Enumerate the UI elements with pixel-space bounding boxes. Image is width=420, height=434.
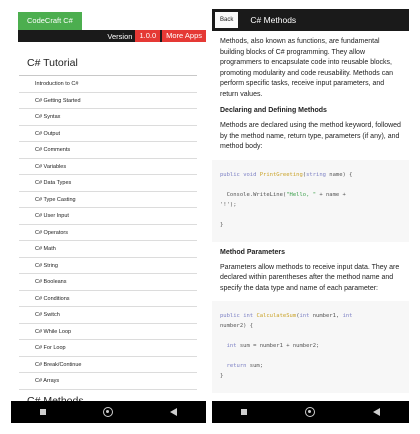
menu-item-string[interactable]: C# String — [19, 258, 197, 274]
menu-item-variables[interactable]: C# Variables — [19, 159, 197, 175]
section-heading-parameters: Method Parameters — [220, 248, 285, 256]
menu-item-type-casting[interactable]: C# Type Casting — [19, 192, 197, 208]
code-line: '!'); — [220, 200, 401, 210]
home-circle-icon[interactable] — [102, 407, 113, 417]
code-block-print-greeting: public void PrintGreeting(string name) {… — [212, 159, 409, 242]
home-circle-icon[interactable] — [305, 407, 315, 417]
code-keyword: void — [243, 171, 257, 178]
code-keyword: return — [220, 363, 247, 369]
recents-square-icon[interactable] — [241, 409, 247, 415]
code-text: } — [220, 373, 224, 379]
article-top-bar: Back C# Methods — [212, 9, 409, 31]
menu-heading: C# Tutorial — [19, 47, 197, 76]
code-text: number1, — [309, 313, 343, 319]
menu-item-arrays[interactable]: C# Arrays — [19, 373, 197, 390]
code-line: int sum = number1 + number2; — [220, 341, 401, 351]
menu-item-math[interactable]: C# Math — [19, 241, 197, 258]
app-title-button[interactable]: CodeCraft C# — [18, 12, 82, 30]
code-line: public int CalculateSum(int number1, int — [220, 311, 401, 321]
code-keyword: int — [342, 313, 353, 319]
app-bar: CodeCraft C# — [11, 9, 206, 30]
version-bar: Version 1.0.0 More Apps — [18, 30, 206, 42]
tutorial-menu: C# Tutorial Introduction to C# C# Gettin… — [19, 47, 197, 401]
menu-list: Introduction to C# C# Getting Started C#… — [19, 76, 197, 390]
android-nav-bar — [11, 401, 206, 423]
menu-screen: CodeCraft C# Version 1.0.0 More Apps C# … — [11, 9, 206, 423]
code-line: Console.WriteLine("Hello, " + name + — [220, 190, 401, 200]
more-apps-button[interactable]: More Apps — [162, 30, 206, 42]
code-text: number2) { — [220, 323, 254, 329]
menu-item-switch[interactable]: C# Switch — [19, 307, 197, 324]
parameters-paragraph: Parameters allow methods to receive inpu… — [220, 263, 400, 292]
back-triangle-icon[interactable] — [373, 408, 380, 416]
menu-item-conditions[interactable]: C# Conditions — [19, 291, 197, 307]
code-keyword: string — [306, 171, 326, 178]
article-screen: Back C# Methods Methods, also known as f… — [212, 9, 409, 423]
code-line: } — [220, 220, 401, 230]
code-block-calculate-sum: public int CalculateSum(int number1, int… — [212, 301, 409, 393]
code-line: return sum; — [220, 361, 401, 371]
screenshot-frame: CodeCraft C# Version 1.0.0 More Apps C# … — [0, 0, 420, 434]
code-line: number2) { — [220, 321, 401, 331]
code-text: } — [220, 221, 224, 228]
code-line: } — [220, 371, 401, 381]
code-function-name: CalculateSum — [256, 313, 297, 319]
code-text: '!'); — [220, 201, 237, 208]
code-text: Console.WriteLine( — [220, 191, 287, 198]
code-string: "Hello, " — [286, 191, 317, 198]
menu-item-getting-started[interactable]: C# Getting Started — [19, 93, 197, 109]
code-keyword: int — [243, 313, 254, 319]
code-keyword: public — [220, 171, 240, 178]
menu-item-syntax[interactable]: C# Syntax — [19, 109, 197, 126]
intro-paragraph: Methods, also known as functions, are fu… — [220, 38, 394, 98]
menu-item-for-loop[interactable]: C# For Loop — [19, 340, 197, 357]
back-triangle-icon[interactable] — [170, 408, 178, 416]
menu-item-break-continue[interactable]: C# Break/Continue — [19, 357, 197, 373]
code-text: + name + — [316, 191, 346, 198]
code-keyword: public — [220, 313, 240, 319]
code-text: sum = number1 + number2; — [236, 343, 320, 349]
recents-square-icon[interactable] — [39, 409, 46, 415]
code-line: public void PrintGreeting(string name) { — [220, 170, 401, 180]
code-keyword: int — [299, 313, 310, 319]
menu-item-operators[interactable]: C# Operators — [19, 225, 197, 241]
menu-item-introduction[interactable]: Introduction to C# — [19, 76, 197, 93]
menu-item-user-input[interactable]: C# User Input — [19, 208, 197, 225]
code-function-name: PrintGreeting — [259, 171, 303, 178]
declaring-paragraph: Methods are declared using the method ke… — [220, 122, 401, 150]
code-text: name) { — [325, 171, 353, 178]
android-nav-bar — [212, 401, 409, 423]
article-title: C# Methods — [250, 15, 297, 25]
section-heading-declaring: Declaring and Defining Methods — [220, 107, 327, 114]
version-label: Version — [107, 31, 133, 41]
menu-item-booleans[interactable]: C# Booleans — [19, 274, 197, 291]
menu-item-output[interactable]: C# Output — [19, 126, 197, 142]
menu-item-while-loop[interactable]: C# While Loop — [19, 324, 197, 340]
menu-item-comments[interactable]: C# Comments — [19, 142, 197, 159]
menu-item-data-types[interactable]: C# Data Types — [19, 175, 197, 192]
version-badge: 1.0.0 — [135, 30, 161, 42]
menu-section-heading: C# Methods — [27, 394, 84, 402]
code-keyword: int — [220, 343, 237, 349]
code-text: sum; — [246, 363, 264, 369]
article-content: Methods, also known as functions, are fu… — [212, 31, 409, 401]
back-button[interactable]: Back — [215, 12, 239, 28]
